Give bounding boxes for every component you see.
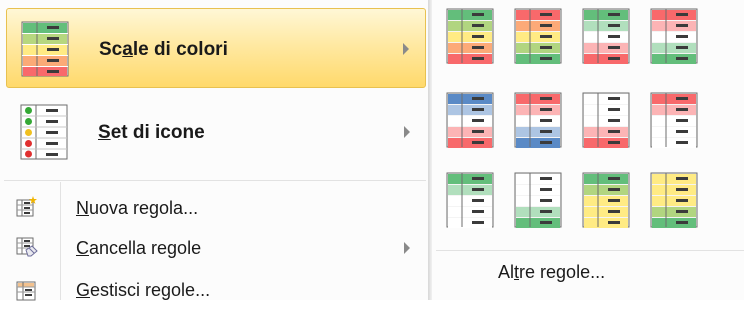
menu-item-icon-sets[interactable]: Set di icone <box>6 92 426 172</box>
color-scales-icon <box>21 21 69 77</box>
color-scale-option-icon[interactable] <box>514 92 574 152</box>
menu-separator <box>4 180 426 181</box>
menu-item-label: Set di icone <box>98 122 205 143</box>
new-rule-icon <box>16 196 37 217</box>
menu-item-label: Nuova regola... <box>76 198 199 218</box>
icon-sets-icon <box>20 104 68 160</box>
menu-item-label: Cancella regole <box>76 238 202 258</box>
color-scale-option-icon[interactable] <box>446 92 506 152</box>
submenu-arrow-icon <box>404 242 410 254</box>
submenu-arrow-icon <box>404 126 410 138</box>
menu-item-clear-rules[interactable]: Cancella regole <box>6 230 426 266</box>
menu-item-label: Scale di colori <box>99 39 228 60</box>
menu-item-label: Gestisci regole... <box>76 280 211 300</box>
color-scale-option-icon[interactable] <box>650 8 710 68</box>
color-scale-option-icon[interactable] <box>582 172 642 232</box>
color-scale-option-icon[interactable] <box>514 8 574 68</box>
color-scale-option-icon[interactable] <box>650 172 710 232</box>
manage-rules-icon <box>16 281 36 301</box>
color-scale-option-icon[interactable] <box>582 8 642 68</box>
color-scale-option-icon[interactable] <box>582 92 642 152</box>
color-scale-option-icon[interactable] <box>514 172 574 232</box>
color-scale-option-icon[interactable] <box>446 8 506 68</box>
conditional-formatting-menu: Scale di colori Set di icone Nuova regol… <box>0 0 428 301</box>
more-rules-link[interactable]: Altre regole... <box>498 262 605 283</box>
submenu-arrow-icon <box>403 43 409 55</box>
menu-item-color-scales[interactable]: Scale di colori <box>6 8 426 88</box>
submenu-separator <box>436 250 744 251</box>
color-scale-option-icon[interactable] <box>650 92 710 152</box>
menu-item-new-rule[interactable]: Nuova regola... <box>6 190 426 226</box>
menu-item-manage-rules[interactable]: Gestisci regole... <box>6 274 426 310</box>
color-scale-option-icon[interactable] <box>446 172 506 232</box>
clear-rules-icon <box>16 237 38 257</box>
